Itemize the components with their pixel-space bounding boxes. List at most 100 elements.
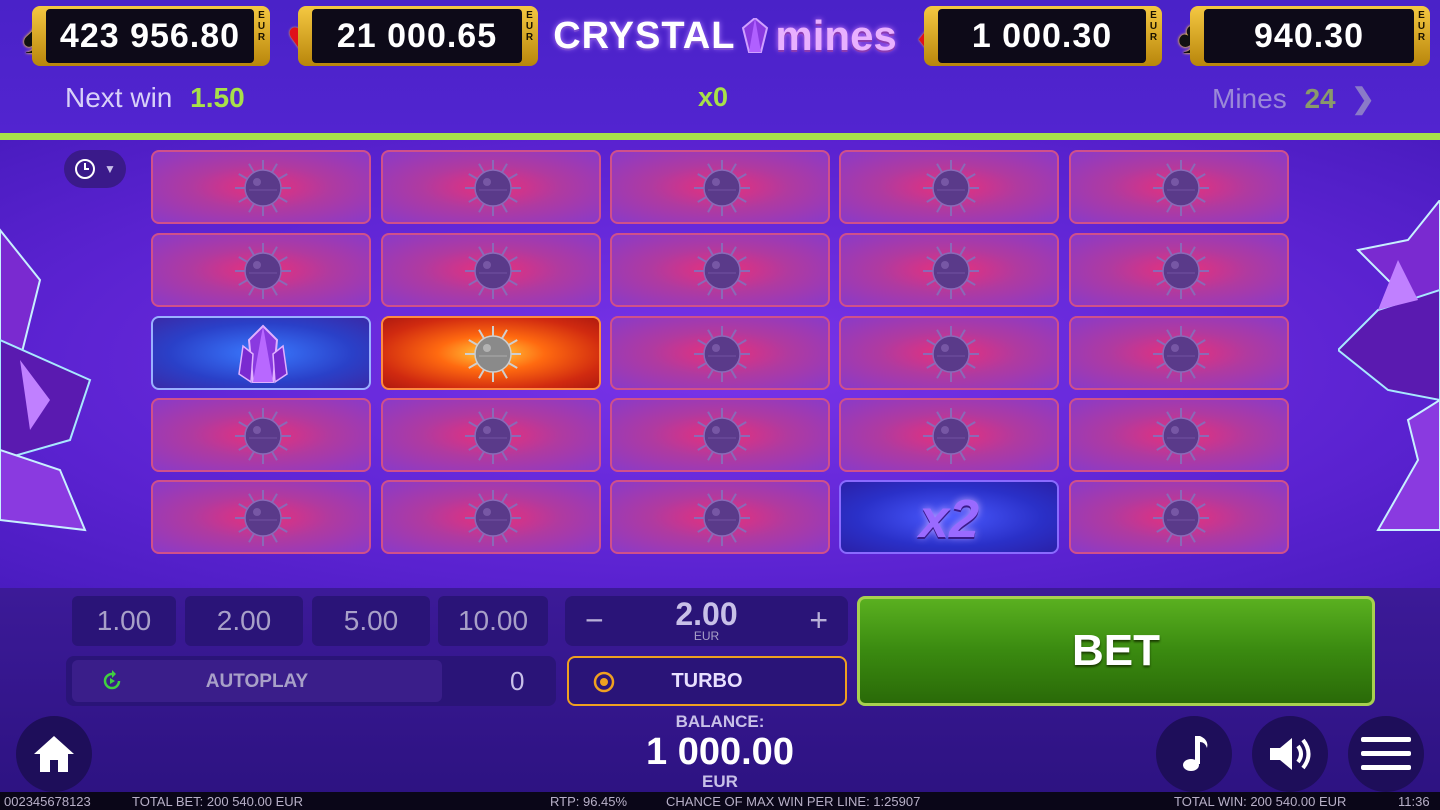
tile-mine[interactable]: [381, 150, 601, 224]
tile-mine[interactable]: [610, 316, 830, 390]
music-note-icon: [1183, 736, 1208, 771]
jackpot-value: 21 000.65: [336, 16, 498, 55]
tile-mine[interactable]: [381, 480, 601, 554]
multiplier-display: x0: [698, 82, 729, 112]
tile-mine[interactable]: [610, 150, 830, 224]
status-bar: 002345678123 TOTAL BET: 200 540.00 EUR R…: [0, 792, 1440, 810]
chip-5[interactable]: 5.00: [312, 596, 430, 646]
chevron-right-icon[interactable]: ❯: [1351, 83, 1374, 114]
speaker-icon: [1270, 738, 1311, 770]
mine-icon: [235, 160, 291, 216]
mine-icon: [465, 408, 521, 464]
mine-icon: [694, 326, 750, 382]
tile-mine[interactable]: [381, 398, 601, 472]
sound-button[interactable]: [1252, 716, 1328, 792]
chip-2[interactable]: 2.00: [185, 596, 303, 646]
tile-crystal[interactable]: [151, 316, 371, 390]
balance-currency: EUR: [702, 772, 738, 791]
jackpot-heart: 21 000.65 EUR: [298, 6, 538, 66]
tile-mine[interactable]: [151, 480, 371, 554]
jackpot-club: 940.30 EUR: [1190, 6, 1430, 66]
mine-icon: [465, 490, 521, 546]
mines-value: 24: [1304, 83, 1336, 114]
tile-mine[interactable]: [610, 480, 830, 554]
autoplay-button[interactable]: AUTOPLAY: [72, 660, 442, 702]
mine-icon: [1153, 326, 1209, 382]
history-button[interactable]: ▼: [64, 150, 126, 188]
mine-icon: [923, 243, 979, 299]
chip-10[interactable]: 10.00: [438, 596, 548, 646]
jackpot-currency: EUR: [257, 10, 266, 43]
mines-selector[interactable]: Mines 24 ❯: [1212, 82, 1375, 115]
total-win: TOTAL WIN: 200 540.00 EUR: [1174, 794, 1347, 809]
mines-label: Mines: [1212, 83, 1287, 114]
next-win-label: Next win: [65, 82, 173, 113]
tile-mine[interactable]: [839, 233, 1059, 307]
stake-currency: EUR: [693, 629, 720, 643]
autoplay-label: AUTOPLAY: [205, 671, 309, 692]
mine-icon: [694, 160, 750, 216]
mine-icon: [235, 408, 291, 464]
tile-mine[interactable]: [1069, 150, 1289, 224]
stake-plus-button[interactable]: +: [809, 602, 828, 639]
stake-control: − 2.00 EUR +: [565, 596, 848, 646]
crystal-logo-icon: [742, 18, 769, 53]
tile-mine[interactable]: [1069, 398, 1289, 472]
rtp: RTP: 96.45%: [550, 794, 628, 809]
turbo-label: TURBO: [671, 669, 743, 692]
mine-icon: [1153, 408, 1209, 464]
tile-mine[interactable]: [839, 316, 1059, 390]
tile-mine[interactable]: [151, 398, 371, 472]
mine-icon: [694, 490, 750, 546]
autoplay-count[interactable]: 0: [510, 666, 524, 697]
tile-mine[interactable]: [839, 150, 1059, 224]
tile-mine[interactable]: [839, 398, 1059, 472]
autoplay-control: AUTOPLAY 0: [66, 656, 556, 706]
music-button[interactable]: [1156, 716, 1232, 792]
mine-icon: [923, 160, 979, 216]
tile-mine[interactable]: [610, 398, 830, 472]
tile-mine[interactable]: [151, 150, 371, 224]
logo-mines-text: mines: [775, 12, 897, 59]
home-button[interactable]: [16, 716, 92, 792]
balance-label: BALANCE:: [675, 712, 765, 731]
mine-icon: [1153, 490, 1209, 546]
mine-icon: [694, 408, 750, 464]
tile-mine[interactable]: [1069, 480, 1289, 554]
tile-mine[interactable]: [1069, 316, 1289, 390]
tile-mine[interactable]: [610, 233, 830, 307]
menu-button[interactable]: [1348, 716, 1424, 792]
mine-icon: [694, 243, 750, 299]
next-win: Next win 1.50: [65, 82, 245, 114]
game-logo: CRYSTAL mines: [540, 8, 910, 64]
chevron-down-icon: ▼: [104, 162, 116, 176]
session-id: 002345678123: [4, 794, 91, 809]
progress-line: [0, 133, 1440, 140]
clock-icon: [75, 159, 96, 179]
clock-time: 11:36: [1398, 794, 1430, 809]
mine-icon: [1153, 160, 1209, 216]
chip-1[interactable]: 1.00: [72, 596, 176, 646]
jackpot-value: 423 956.80: [59, 16, 241, 55]
jackpot-value: 940.30: [1254, 16, 1364, 55]
max-win-chance: CHANCE OF MAX WIN PER LINE: 1:25907: [666, 794, 921, 809]
multiplier-text: x2: [918, 489, 980, 549]
tile-exploded-mine[interactable]: [381, 316, 601, 390]
tile-mine[interactable]: [1069, 233, 1289, 307]
balance-display: BALANCE: 1 000.00 EUR: [560, 712, 880, 792]
mine-icon: [465, 326, 521, 382]
jackpot-value: 1 000.30: [971, 16, 1113, 55]
crystal-right-decoration: [1338, 200, 1440, 531]
turbo-icon: [593, 671, 615, 693]
bet-button[interactable]: BET: [857, 596, 1375, 706]
mine-icon: [235, 243, 291, 299]
turbo-button[interactable]: TURBO: [567, 656, 847, 706]
tile-multiplier[interactable]: x2: [839, 480, 1059, 554]
tile-mine[interactable]: [151, 233, 371, 307]
crystal-gem-icon: [238, 324, 288, 384]
tile-mine[interactable]: [381, 233, 601, 307]
hamburger-menu-icon: [1361, 737, 1411, 770]
mine-icon: [1153, 243, 1209, 299]
mine-icon: [465, 243, 521, 299]
jackpot-currency: EUR: [1417, 10, 1426, 43]
